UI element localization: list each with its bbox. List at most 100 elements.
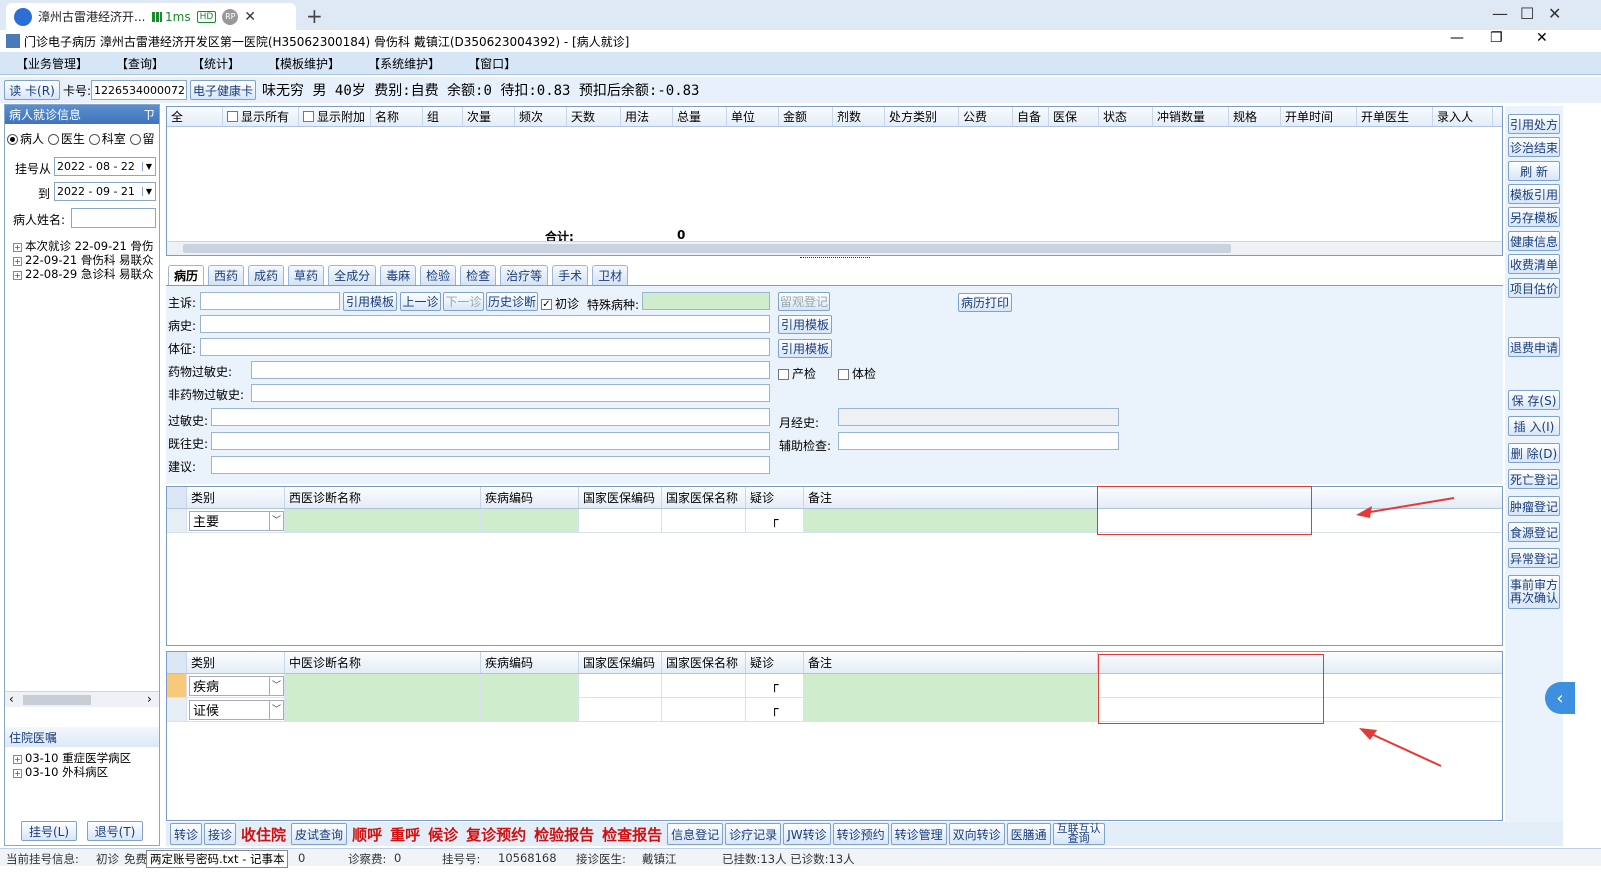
bottom-button[interactable]: 转诊 [170,823,203,845]
menu-window[interactable]: 【窗口】 [468,55,516,72]
show-extra-checkbox[interactable]: 显示附加 [299,107,371,126]
type-select[interactable]: 证候 ﹀ [189,699,284,720]
signs-input[interactable] [200,338,770,356]
app-minimize-icon[interactable]: — [1450,30,1464,46]
type-cell[interactable]: 主要 ﹀ [187,509,285,532]
register-button[interactable]: 挂号(L) [21,821,77,841]
col-header[interactable]: 备注 [804,652,1098,673]
reg-from-date[interactable]: 2022 - 08 - 22 ▼ [54,157,156,176]
diagnosis-name-cell[interactable] [285,698,481,721]
collapse-sidebar-icon[interactable]: ‹ [1545,682,1575,714]
bottom-button[interactable]: 检验报告 [531,823,597,845]
col-header[interactable]: 录入人 [1433,107,1493,126]
col-header[interactable]: 自备 [1013,107,1049,126]
cite-template-button[interactable]: 引用模板 [343,292,397,311]
browser-tab[interactable]: 漳州古雷港经济开... 1ms HD RP ✕ [6,3,296,30]
cite-template-button[interactable]: 引用模板 [778,339,832,358]
bottom-button[interactable]: JW转诊 [783,823,831,845]
menu-business[interactable]: 【业务管理】 [16,55,88,72]
bottom-button[interactable]: 接诊 [204,823,237,845]
tab-surgery[interactable]: 手术 [552,265,589,285]
tab-treatment[interactable]: 治疗等 [500,265,549,285]
col-header[interactable]: 公费 [959,107,1013,126]
abnormal-register-button[interactable]: 异常登记 [1508,548,1560,568]
tab-exam[interactable]: 检查 [460,265,497,285]
insurance-code-cell[interactable] [579,509,662,532]
charge-list-button[interactable]: 收费清单 [1508,254,1560,274]
cite-prescription-button[interactable]: 引用处方 [1508,114,1560,134]
col-header[interactable]: 用法 [621,107,673,126]
col-header[interactable]: 处方类别 [885,107,959,126]
app-restore-icon[interactable]: ❐ [1490,30,1503,46]
item-estimate-button[interactable]: 项目估价 [1508,278,1560,298]
refresh-button[interactable]: 刷 新 [1508,161,1560,181]
tab-record[interactable]: 病历 [168,265,205,285]
disease-code-cell[interactable] [481,698,579,721]
col-header[interactable]: 疑诊 [746,652,804,673]
dropdown-icon[interactable]: ▼ [142,187,155,196]
scroll-left-icon[interactable]: ‹ [9,692,14,706]
next-visit-button[interactable]: 下一诊 [443,292,484,311]
bottom-button[interactable]: 候诊 [425,823,461,845]
row-selector[interactable] [167,509,187,532]
tree-item[interactable]: +03-10 重症医学病区 [13,751,131,765]
delete-button[interactable]: 删 除(D) [1508,443,1560,463]
rp-badge[interactable]: RP [222,8,239,25]
past-history-input[interactable] [211,432,770,450]
bottom-button[interactable]: 诊疗记录 [725,823,782,845]
close-tab-icon[interactable]: ✕ [244,9,256,25]
checkbox-icon[interactable] [838,369,849,380]
insert-button[interactable]: 插 入(I) [1508,416,1560,436]
col-header[interactable]: 国家医保名称 [662,652,746,673]
suspect-checkbox[interactable]: ┌ [771,678,779,693]
col-header[interactable]: 备注 [804,487,1098,508]
bottom-button[interactable]: 信息登记 [667,823,724,845]
menstrual-input[interactable] [838,408,1119,426]
bottom-button[interactable]: 重呼 [387,823,423,845]
col-header[interactable]: 国家医保编码 [579,652,662,673]
tree-item[interactable]: +22-08-29 急诊科 易联众 [13,267,154,281]
radio-dept[interactable] [88,134,100,145]
insurance-name-cell[interactable] [662,674,746,697]
minimize-icon[interactable]: — [1492,4,1508,23]
col-header[interactable]: 状态 [1099,107,1153,126]
bottom-button[interactable]: 转诊预约 [832,823,889,845]
diagnosis-name-cell[interactable] [285,674,481,697]
save-button[interactable]: 保 存(S) [1508,390,1560,410]
tree-item[interactable]: +22-09-21 骨伤科 易联众 [13,253,154,267]
col-header[interactable]: 疾病编码 [481,652,579,673]
non-drug-allergy-input[interactable] [251,384,770,402]
diagnosis-name-cell[interactable] [285,509,481,532]
tab-lab[interactable]: 检验 [420,265,457,285]
row-selector[interactable] [167,698,187,721]
chevron-down-icon[interactable]: ﹀ [269,511,283,530]
col-header[interactable]: 中医诊断名称 [285,652,481,673]
col-header[interactable]: 开单医生 [1357,107,1433,126]
advice-input[interactable] [211,456,770,474]
menu-template[interactable]: 【模板维护】 [268,55,340,72]
suspect-cell[interactable]: ┌ [746,698,804,721]
tumor-register-button[interactable]: 肿瘤登记 [1508,496,1560,516]
col-header[interactable]: 名称 [371,107,423,126]
col-header[interactable]: 医保 [1049,107,1099,126]
finish-visit-button[interactable]: 诊治结束 [1508,137,1560,157]
chevron-down-icon[interactable]: ﹀ [269,676,283,695]
pin-icon[interactable]: ㄗ [143,106,155,123]
first-visit-checkbox[interactable]: 初诊 [541,295,579,312]
app-close-icon[interactable]: ✕ [1536,30,1548,46]
cite-template-button[interactable]: 引用模板 [778,315,832,334]
col-header[interactable]: 开单时间 [1281,107,1357,126]
col-header[interactable]: 天数 [567,107,621,126]
observation-register-button[interactable]: 留观登记 [778,292,830,311]
expand-icon[interactable]: + [13,257,22,266]
grid-horizontal-scrollbar[interactable] [167,241,1502,255]
type-select[interactable]: 疾病 ﹀ [189,675,284,696]
col-header[interactable]: 国家医保编码 [579,487,662,508]
col-header[interactable]: 类别 [187,487,285,508]
bottom-button[interactable]: 互联互认查询 [1052,823,1105,845]
col-header[interactable]: 单位 [727,107,779,126]
prior-review-confirm-button[interactable]: 事前审方再次确认 [1508,575,1560,609]
menu-system[interactable]: 【系统维护】 [368,55,440,72]
bottom-button[interactable]: 皮试查询 [291,823,348,845]
bottom-button[interactable]: 复诊预约 [463,823,529,845]
